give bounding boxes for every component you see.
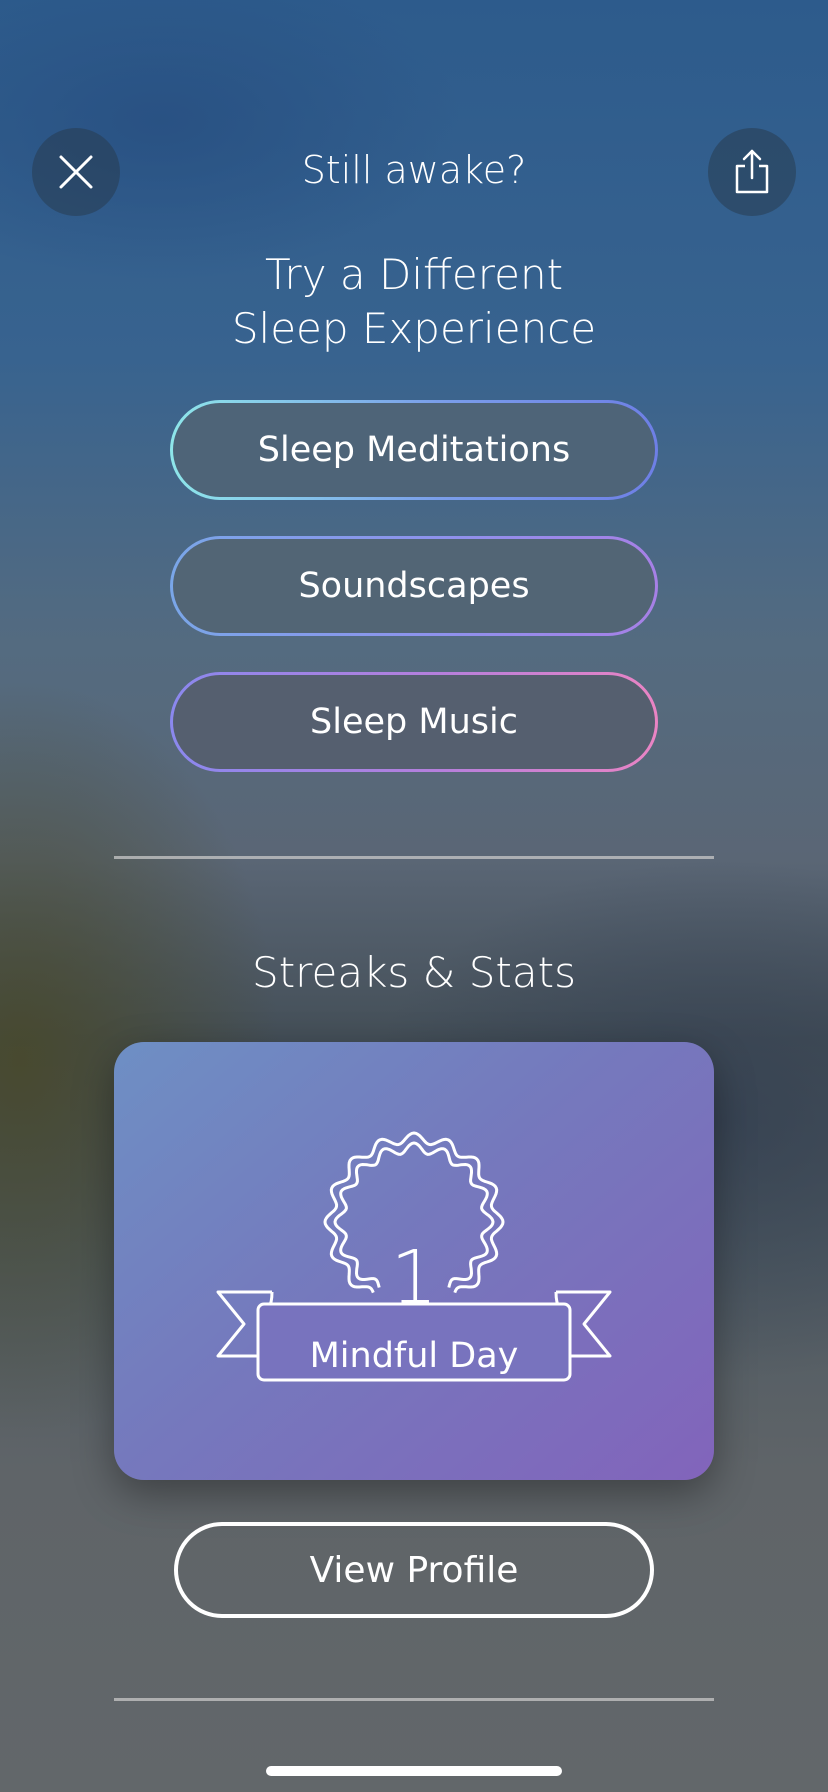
sleep-meditations-button[interactable]: Sleep Meditations — [170, 400, 658, 500]
home-indicator — [266, 1766, 562, 1776]
soundscapes-label: Soundscapes — [298, 566, 530, 606]
sleep-experience-heading: Try a Different Sleep Experience — [0, 248, 828, 356]
mindful-day-label: Mindful Day — [309, 1336, 519, 1376]
share-icon — [735, 149, 769, 194]
sleep-experience-heading-line2: Sleep Experience — [231, 304, 597, 353]
section-divider — [114, 856, 714, 859]
mindful-day-count: 1 — [390, 1235, 438, 1321]
section-divider-bottom — [114, 1698, 714, 1701]
page-title: Still awake? — [301, 148, 527, 192]
view-profile-label: View Profile — [309, 1549, 519, 1591]
streaks-stats-heading: Streaks & Stats — [252, 948, 576, 997]
sleep-music-button[interactable]: Sleep Music — [170, 672, 658, 772]
soundscapes-button[interactable]: Soundscapes — [170, 536, 658, 636]
view-profile-button[interactable]: View Profile — [174, 1522, 654, 1618]
sleep-meditations-label: Sleep Meditations — [257, 430, 571, 470]
sleep-music-label: Sleep Music — [310, 702, 518, 742]
sleep-experience-heading-line1: Try a Different — [264, 250, 564, 299]
mindful-day-card: 1 Mindful Day — [114, 1042, 714, 1480]
share-button[interactable] — [708, 128, 796, 216]
